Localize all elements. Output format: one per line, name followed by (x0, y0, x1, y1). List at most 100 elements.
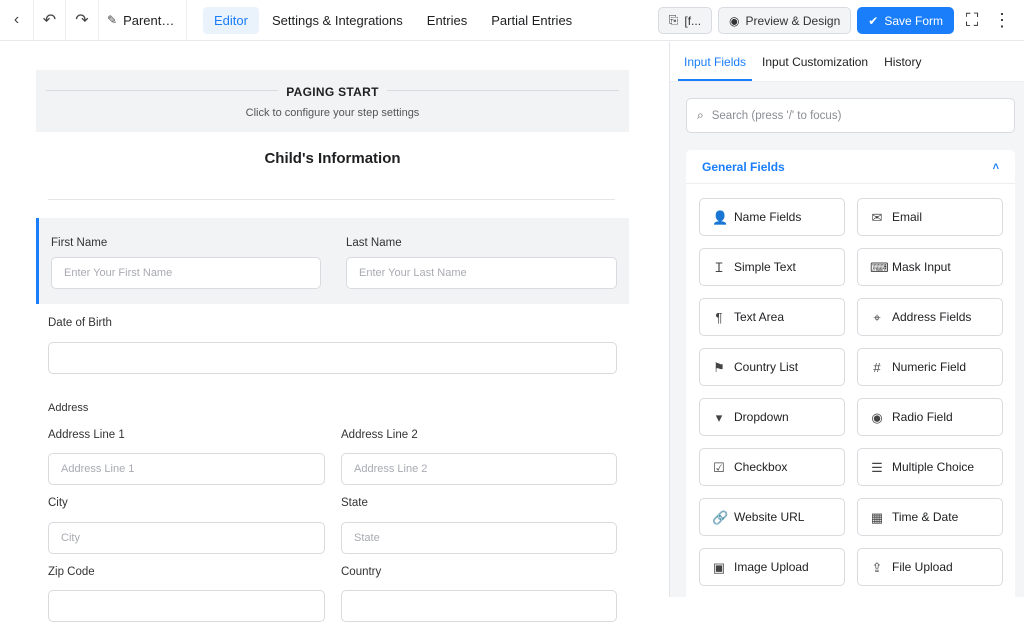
address-line2-label: Address Line 2 (341, 429, 418, 441)
link-icon: 🔗 (712, 509, 729, 525)
state-input[interactable]: State (341, 522, 617, 554)
search-input[interactable]: ⌕ Search (press '/' to focus) (686, 98, 1015, 133)
field-button-checkbox[interactable]: ☑ Checkbox (699, 448, 845, 486)
tab-partial-entries[interactable]: Partial Entries (480, 7, 583, 34)
field-button-simple-text[interactable]: Ｉ Simple Text (699, 248, 845, 286)
field-button-label: Mask Input (892, 260, 951, 274)
form-canvas: PAGING START Click to configure your ste… (0, 42, 669, 622)
section-divider (48, 199, 615, 200)
field-grid: 👤 Name Fields ✉ Email Ｉ Simple Text ⌨ Mask Inpu… (699, 198, 1003, 586)
field-button-time-date[interactable]: ▦ Time & Date (857, 498, 1003, 536)
field-button-label: Website URL (734, 510, 805, 524)
dropdown-icon: ▾ (715, 409, 723, 425)
keyboard-icon: ⌨ (870, 259, 889, 275)
preview-design-button[interactable]: ◉ Preview & Design (718, 7, 852, 34)
field-button-label: Name Fields (734, 210, 802, 224)
tab-editor[interactable]: Editor (203, 6, 259, 34)
field-button-name-fields[interactable]: 👤 Name Fields (699, 198, 845, 236)
save-form-button[interactable]: ✔ Save Form (857, 7, 954, 34)
country-select[interactable] (341, 590, 617, 622)
upload-icon: ⇪ (871, 559, 883, 575)
undo-icon[interactable]: ↶ (33, 0, 66, 41)
field-button-multiple-choice[interactable]: ☰ Multiple Choice (857, 448, 1003, 486)
field-button-email[interactable]: ✉ Email (857, 198, 1003, 236)
pencil-icon: ✎ (107, 13, 118, 27)
back-chevron-icon[interactable]: ‹ (0, 0, 33, 41)
shortcode-label: [f... (684, 13, 702, 28)
address-line1-input[interactable]: Address Line 1 (48, 453, 325, 485)
sidebar-tabs: Input Fields Input Customization History (670, 42, 1024, 82)
copy-icon: ⎘ (668, 13, 679, 27)
field-button-country-list[interactable]: ⚑ Country List (699, 348, 845, 386)
search-icon: ⌕ (697, 108, 704, 122)
first-name-input[interactable]: Enter Your First Name (51, 257, 321, 289)
last-name-label: Last Name (346, 237, 402, 249)
field-button-address-fields[interactable]: ⌖ Address Fields (857, 298, 1003, 336)
check-circle-icon: ✔ (868, 13, 879, 28)
flag-icon: ⚑ (713, 359, 725, 375)
tab-input-fields[interactable]: Input Fields (678, 55, 753, 81)
shortcode-button[interactable]: ⎘ [f... (657, 7, 713, 34)
tab-entries[interactable]: Entries (416, 7, 478, 34)
field-button-label: Image Upload (734, 560, 809, 574)
field-button-text-area[interactable]: ¶ Text Area (699, 298, 845, 336)
envelope-icon: ✉ (871, 209, 883, 225)
address-label: Address (48, 402, 89, 414)
field-button-label: Email (892, 210, 923, 224)
paging-start-block[interactable]: PAGING START Click to configure your ste… (36, 70, 629, 132)
form-title[interactable]: ✎ Parenta... (99, 0, 187, 41)
map-pin-icon: ⌖ (873, 309, 881, 325)
save-label: Save Form (884, 13, 943, 28)
field-button-label: File Upload (892, 560, 953, 574)
radio-icon: ◉ (871, 409, 883, 425)
field-button-label: Time & Date (892, 510, 959, 524)
tab-history[interactable]: History (878, 55, 927, 81)
paging-subtitle: Click to configure your step settings (245, 107, 420, 120)
field-button-label: Country List (734, 360, 799, 374)
field-button-label: Radio Field (892, 410, 953, 424)
paragraph-icon: ¶ (715, 309, 723, 325)
chevron-up-icon: ˄ (992, 160, 999, 173)
field-button-label: Text Area (734, 310, 785, 324)
section-title: Child's Information (264, 150, 401, 167)
field-button-file-upload[interactable]: ⇪ File Upload (857, 548, 1003, 586)
image-icon: ▣ (712, 559, 726, 575)
list-checks-icon: ☰ (871, 459, 883, 475)
tab-input-customization[interactable]: Input Customization (756, 55, 874, 81)
more-vertical-icon[interactable]: ⋮ (990, 7, 1014, 34)
city-label: City (48, 497, 68, 509)
first-name-label: First Name (51, 237, 108, 249)
field-button-image-upload[interactable]: ▣ Image Upload (699, 548, 845, 586)
field-button-numeric-field[interactable]: # Numeric Field (857, 348, 1003, 386)
field-button-label: Multiple Choice (892, 460, 975, 474)
field-button-label: Address Fields (892, 310, 972, 324)
checkbox-icon: ☑ (713, 459, 725, 475)
top-bar: ‹ ↶ ↷ ✎ Parenta... Editor Settings & Int… (0, 0, 1024, 41)
main-tabs: Editor Settings & Integrations Entries P… (203, 6, 583, 34)
redo-icon[interactable]: ↷ (66, 0, 99, 41)
field-button-dropdown[interactable]: ▾ Dropdown (699, 398, 845, 436)
city-input[interactable]: City (48, 522, 325, 554)
field-button-label: Dropdown (734, 410, 789, 424)
address-line2-input[interactable]: Address Line 2 (341, 453, 617, 485)
form-title-text: Parenta... (123, 12, 176, 28)
fullscreen-icon[interactable]: ⛶ (960, 7, 984, 34)
dob-label: Date of Birth (48, 317, 112, 329)
field-button-mask-input[interactable]: ⌨ Mask Input (857, 248, 1003, 286)
field-button-website-url[interactable]: 🔗 Website URL (699, 498, 845, 536)
last-name-input[interactable]: Enter Your Last Name (346, 257, 617, 289)
tab-settings-integrations[interactable]: Settings & Integrations (261, 7, 414, 34)
hash-icon: # (873, 359, 881, 375)
preview-label: Preview & Design (745, 13, 841, 28)
general-fields-header[interactable]: General Fields ˄ (686, 150, 1015, 184)
general-fields-title: General Fields (702, 159, 785, 174)
dob-input[interactable] (48, 342, 617, 374)
zip-code-label: Zip Code (48, 566, 95, 578)
eye-icon: ◉ (729, 13, 740, 28)
state-label: State (341, 497, 368, 509)
field-button-radio-field[interactable]: ◉ Radio Field (857, 398, 1003, 436)
search-placeholder: Search (press '/' to focus) (711, 109, 842, 122)
calendar-icon: ▦ (870, 509, 884, 525)
country-label: Country (341, 566, 382, 578)
zip-code-input[interactable] (48, 590, 325, 622)
